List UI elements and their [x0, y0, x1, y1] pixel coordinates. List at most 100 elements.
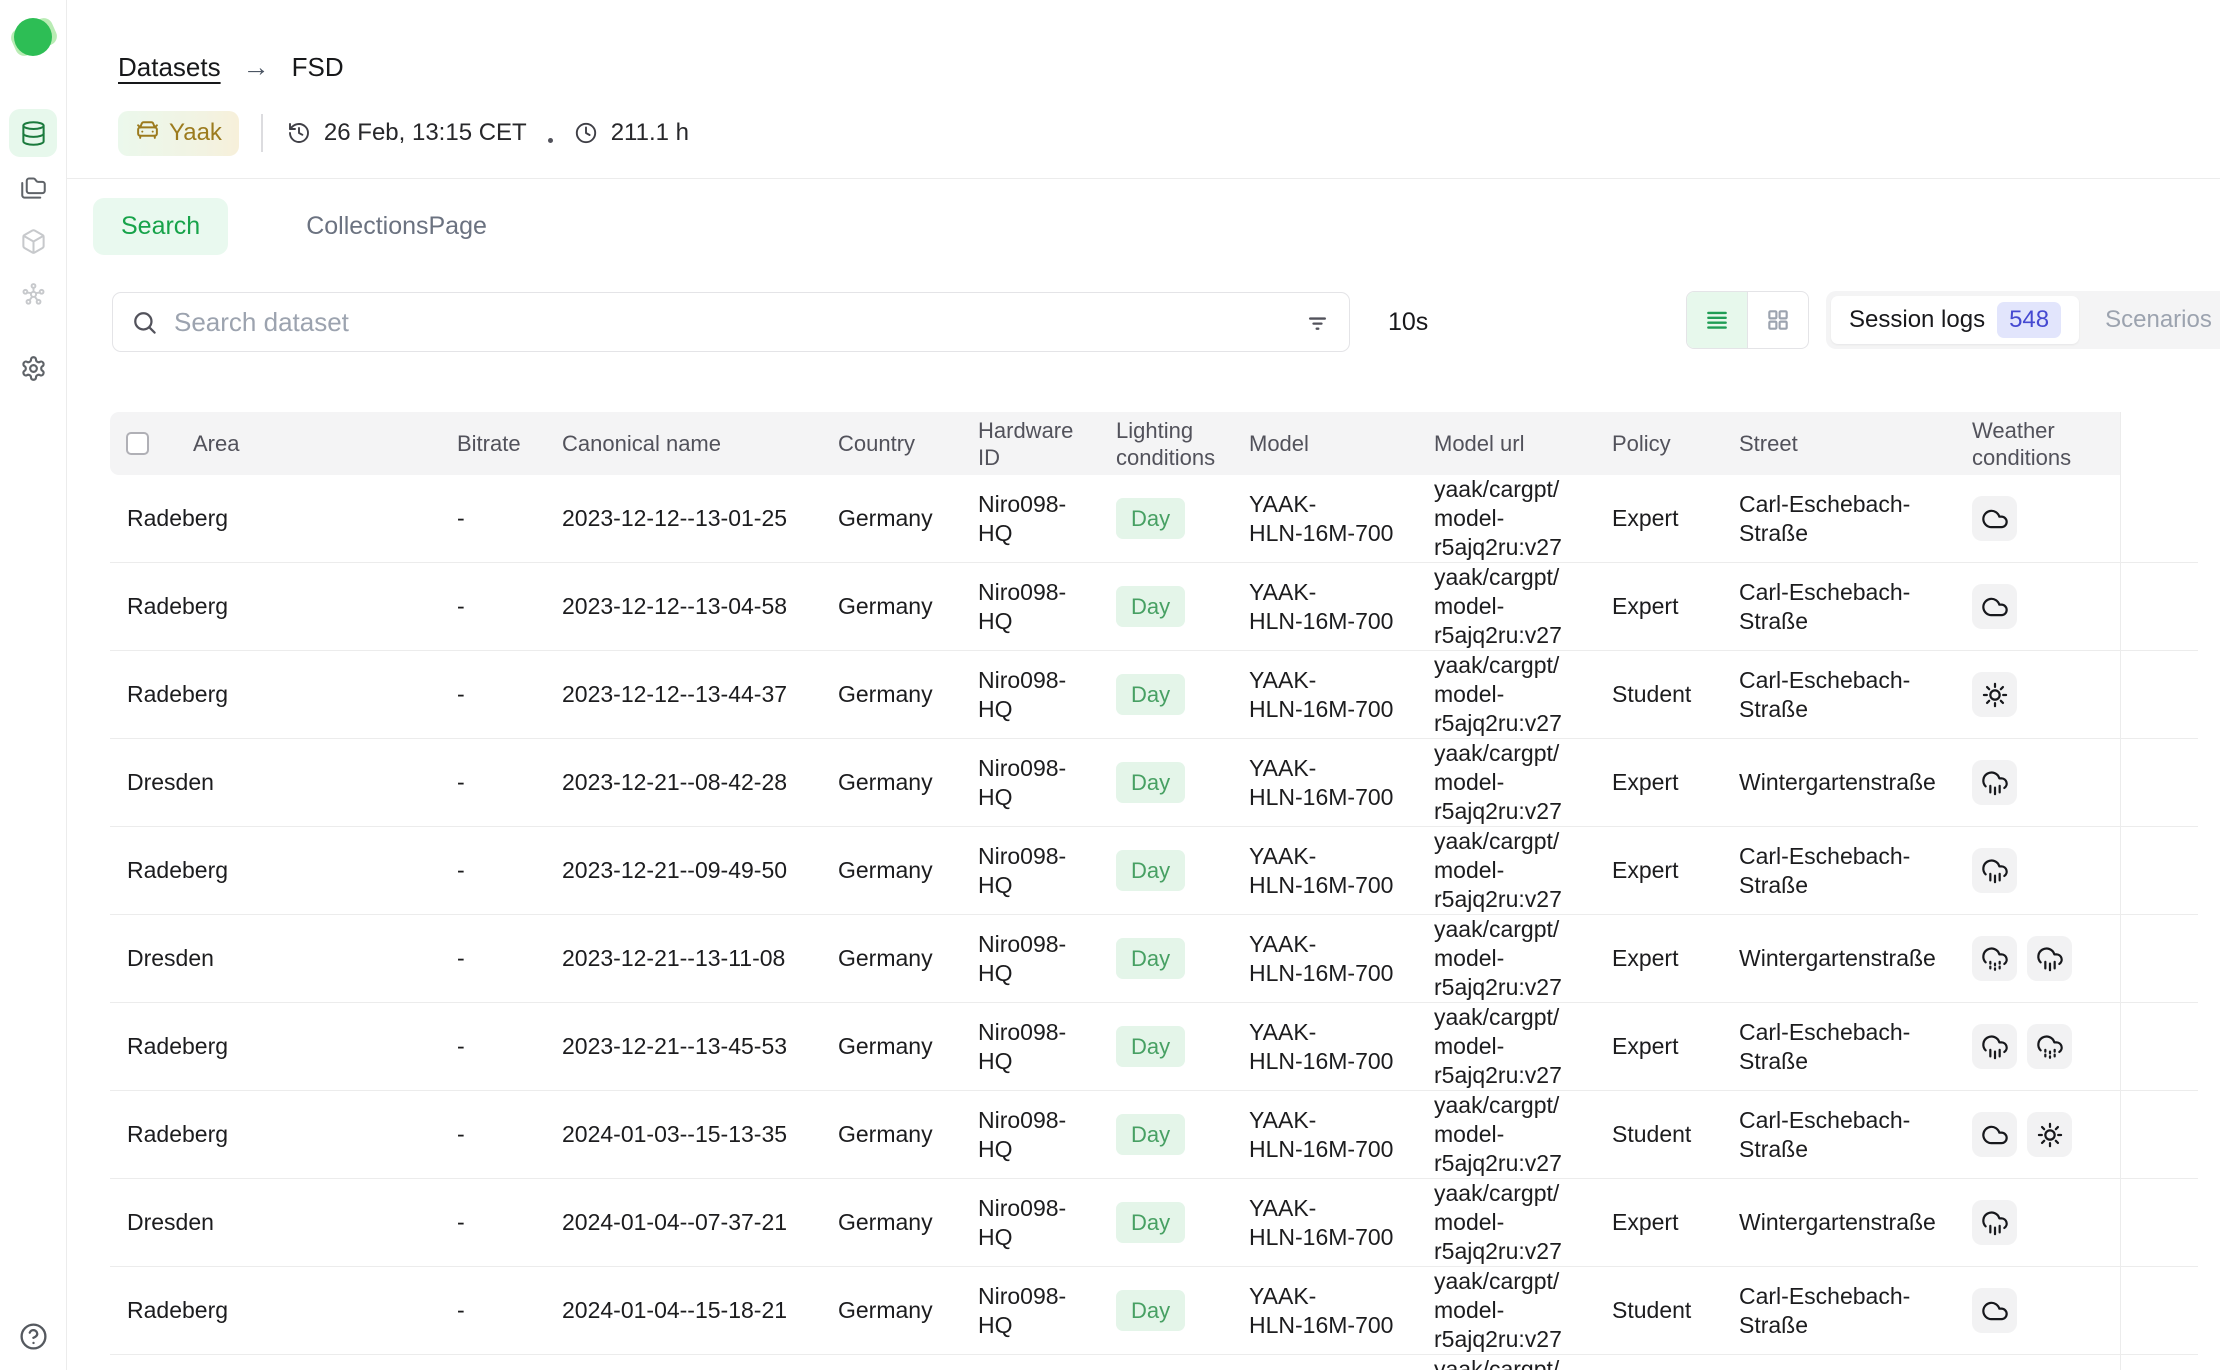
column-header-country: Country — [821, 412, 961, 475]
cell-weather — [1955, 651, 2120, 739]
filter-icon[interactable] — [1304, 309, 1331, 336]
grid-view-button[interactable] — [1747, 292, 1808, 348]
table-row[interactable]: Radeberg - 2023-12-12--13-44-37 Germany … — [110, 651, 2198, 739]
cell-policy: Expert — [1595, 475, 1722, 563]
cell-model-url: yaak/​cargpt/​model-r5ajq2ru:v27 — [1417, 475, 1595, 563]
cell-canonical-name: 2023-12-12--13-44-37 — [545, 651, 821, 739]
session-logs-segment[interactable]: Session logs 548 — [1831, 296, 2079, 344]
cell-lighting: Day — [1099, 1267, 1232, 1355]
cell-lighting: Day — [1099, 1003, 1232, 1091]
cell-model: YAAK-HLN-16M-700 — [1232, 475, 1417, 563]
cell-model: YAAK-HLN-16M-700 — [1232, 1091, 1417, 1179]
cell-lighting: Day — [1099, 651, 1232, 739]
column-header-lighting-conditions: Lighting conditions — [1099, 412, 1232, 475]
cell-street: Carl-Eschebach-Straße — [1722, 1003, 1955, 1091]
table-row[interactable]: Radeberg - 2023-12-21--09-49-50 Germany … — [110, 827, 2198, 915]
sidebar-item-datasets[interactable] — [9, 109, 57, 157]
column-header-policy: Policy — [1595, 412, 1722, 475]
cell-hardware-id: Niro098-HQ — [961, 1003, 1099, 1091]
table-row[interactable]: Dresden - 2024-01-04--07-37-21 Germany N… — [110, 1179, 2198, 1267]
select-all-checkbox[interactable] — [126, 432, 149, 455]
sidebar-item-graph[interactable] — [9, 271, 57, 319]
cell-street: Carl-Eschebach-Straße — [1722, 651, 1955, 739]
cell-street: Carl-Eschebach-Straße — [1722, 1267, 1955, 1355]
cell-country: Germany — [821, 563, 961, 651]
cloud-weather-icon — [1972, 1112, 2017, 1157]
cell-area: Radeberg — [110, 1091, 440, 1179]
cell-actions — [2120, 739, 2198, 827]
cell-country: Germany — [821, 739, 961, 827]
dataset-meta-row: Yaak 26 Feb, 13:15 CET 211.1 h — [118, 110, 689, 156]
cell-bitrate: - — [440, 827, 545, 915]
duration-filter[interactable]: 10s — [1388, 292, 1428, 352]
view-toggle — [1686, 291, 1809, 349]
breadcrumb-arrow-icon: → — [243, 52, 270, 83]
cell-actions — [2120, 1179, 2198, 1267]
cell-hardware-id: Niro098-HQ — [961, 1267, 1099, 1355]
lighting-badge: Day — [1116, 850, 1185, 891]
cell-street: Carl-Eschebach-Straße — [1722, 1091, 1955, 1179]
table-row[interactable]: Radeberg - 2023-12-21--13-45-53 Germany … — [110, 1003, 2198, 1091]
table-row[interactable]: Radeberg - 2023-12-12--13-01-25 Germany … — [110, 475, 2198, 563]
cell-weather — [1955, 1267, 2120, 1355]
sun-weather-icon — [2027, 1112, 2072, 1157]
scenarios-segment[interactable]: Scenarios — [2079, 296, 2220, 344]
rain-weather-icon — [1972, 760, 2017, 805]
table-row[interactable]: Dresden - 2023-12-21--08-42-28 Germany N… — [110, 739, 2198, 827]
database-icon — [20, 120, 47, 147]
column-header-hardware-id: Hardware ID — [961, 412, 1099, 475]
app-logo[interactable] — [10, 14, 56, 60]
cell-model-url: yaak/​cargpt/​model-r5ajq2ru:v27 — [1417, 915, 1595, 1003]
table-row[interactable]: Radeberg - 2024-01-04--15-18-21 Germany … — [110, 1267, 2198, 1355]
result-type-switch: Session logs 548 Scenarios — [1826, 291, 2220, 349]
sidebar-item-packages[interactable] — [9, 217, 57, 265]
help-button[interactable] — [18, 1321, 49, 1352]
tab-search[interactable]: Search — [93, 198, 228, 255]
cell-canonical-name: 2024-01-05--08-46-29 — [545, 1355, 821, 1370]
cell-model-url: yaak/​cargpt/​model-r5ajq2ru:v27 — [1417, 1267, 1595, 1355]
cell-policy: Student — [1595, 1267, 1722, 1355]
cell-country: Germany — [821, 827, 961, 915]
lighting-badge: Day — [1116, 586, 1185, 627]
column-header-model-url: Model url — [1417, 412, 1595, 475]
cell-weather — [1955, 1003, 2120, 1091]
cell-bitrate: - — [440, 475, 545, 563]
sidebar-item-collections[interactable] — [9, 163, 57, 211]
sun-weather-icon — [1972, 672, 2017, 717]
rain-weather-icon — [1972, 848, 2017, 893]
duration-icon — [574, 121, 598, 145]
cell-policy: Expert — [1595, 827, 1722, 915]
cell-bitrate: - — [440, 739, 545, 827]
cell-area: Dresden — [110, 739, 440, 827]
search-input[interactable] — [174, 307, 1304, 338]
table-row[interactable]: Dresden - 2024-01-05--08-46-29 Germany N… — [110, 1355, 2198, 1370]
tab-collections-page[interactable]: CollectionsPage — [278, 198, 515, 255]
dataset-table: Area Bitrate Canonical name Country Hard… — [110, 412, 2198, 1370]
page-title: FSD — [292, 52, 344, 83]
cell-actions — [2120, 563, 2198, 651]
vehicle-badge[interactable]: Yaak — [118, 111, 239, 156]
cell-bitrate: - — [440, 1355, 545, 1370]
column-header-canonical-name: Canonical name — [545, 412, 821, 475]
list-view-button[interactable] — [1687, 292, 1747, 348]
cell-country: Germany — [821, 1003, 961, 1091]
table-row[interactable]: Radeberg - 2024-01-03--15-13-35 Germany … — [110, 1091, 2198, 1179]
cell-actions — [2120, 651, 2198, 739]
table-body: Radeberg - 2023-12-12--13-01-25 Germany … — [110, 475, 2198, 1370]
cell-actions — [2120, 915, 2198, 1003]
cell-hardware-id: Niro098-HQ — [961, 1091, 1099, 1179]
cell-policy: Expert — [1595, 1179, 1722, 1267]
cell-country: Germany — [821, 475, 961, 563]
cell-model-url: yaak/​cargpt/​model-r5ajq2ru:v27 — [1417, 739, 1595, 827]
cell-country: Germany — [821, 1091, 961, 1179]
sidebar-item-settings[interactable] — [9, 344, 57, 392]
table-row[interactable]: Radeberg - 2023-12-12--13-04-58 Germany … — [110, 563, 2198, 651]
cell-bitrate: - — [440, 1267, 545, 1355]
breadcrumb-datasets-link[interactable]: Datasets — [118, 52, 221, 83]
table-row[interactable]: Dresden - 2023-12-21--13-11-08 Germany N… — [110, 915, 2198, 1003]
cell-area: Radeberg — [110, 563, 440, 651]
cell-hardware-id: Niro098-HQ — [961, 1179, 1099, 1267]
cell-canonical-name: 2023-12-21--09-49-50 — [545, 827, 821, 915]
session-logs-label: Session logs — [1849, 306, 1985, 334]
cell-area: Dresden — [110, 1355, 440, 1370]
